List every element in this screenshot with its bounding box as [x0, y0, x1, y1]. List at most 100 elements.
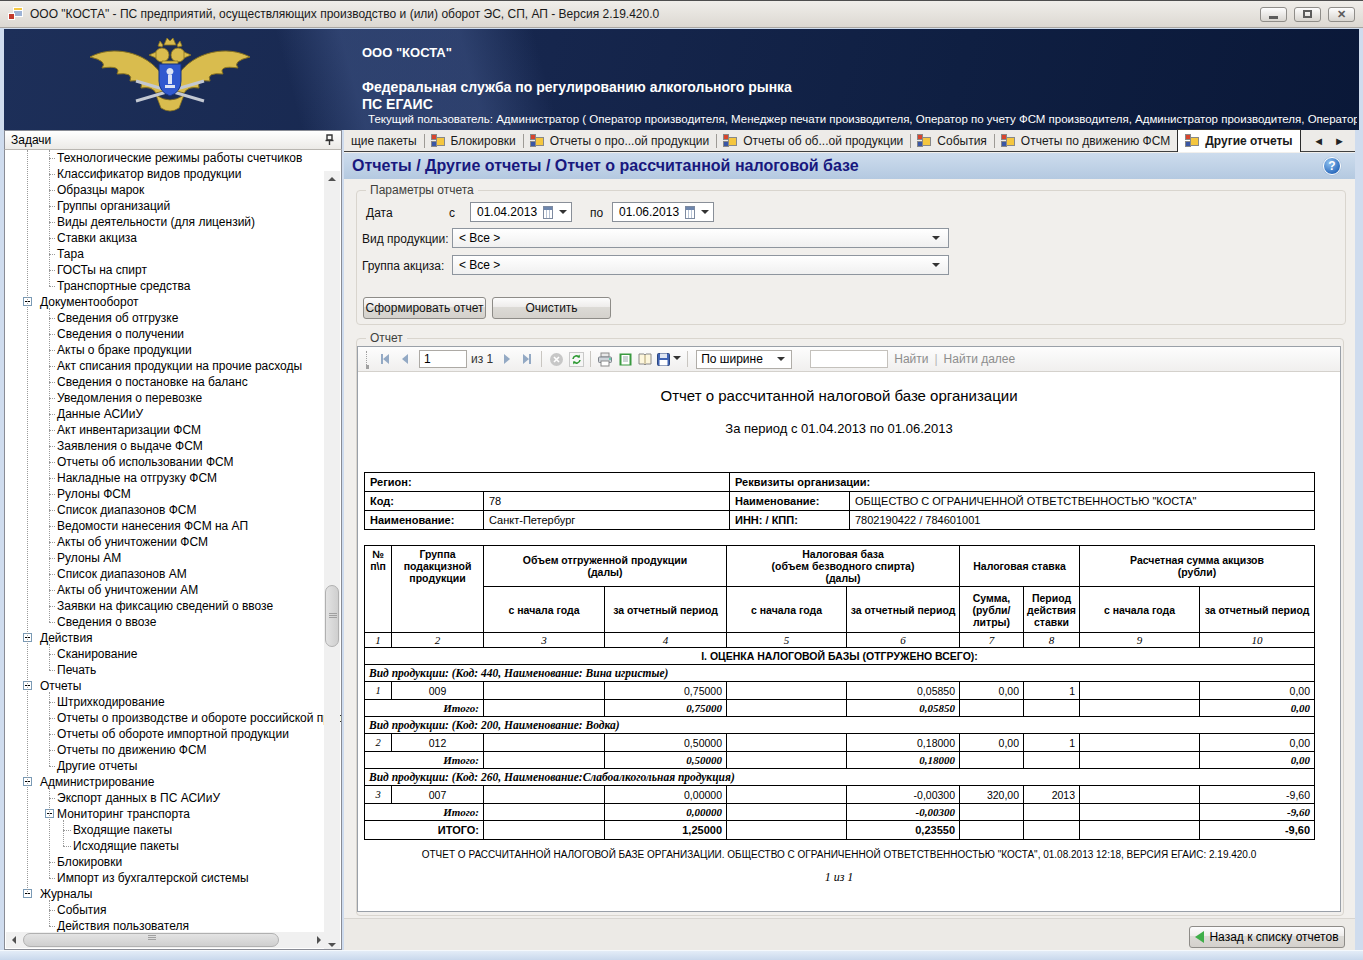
tree-item[interactable]: Список диапазонов ФСМ: [57, 502, 196, 518]
tree-item[interactable]: Акты об уничтожении АМ: [57, 582, 198, 598]
total-cell: 1,25000: [605, 821, 727, 840]
tree-item[interactable]: Заявления о выдаче ФСМ: [57, 438, 203, 454]
product-type-combobox[interactable]: < Все >: [452, 228, 949, 248]
tree-item[interactable]: Акт списания продукции на прочие расходы: [57, 358, 302, 374]
scroll-left-arrow[interactable]: [6, 932, 22, 948]
tab-scroll-left-icon[interactable]: ◄: [1313, 135, 1324, 147]
tree-item[interactable]: Отчеты по движению ФСМ: [57, 742, 206, 758]
tree-item[interactable]: Входящие пакеты: [73, 822, 172, 838]
tree-item[interactable]: Отчеты о производстве и обороте российск…: [57, 710, 342, 726]
last-page-icon[interactable]: [517, 349, 537, 369]
minimize-button[interactable]: [1260, 7, 1287, 22]
tree-item[interactable]: Сведения о постановке на баланс: [57, 374, 248, 390]
tree-item[interactable]: Классификатор видов продукции: [57, 166, 242, 182]
tree-item[interactable]: ГОСТы на спирт: [57, 262, 147, 278]
date-to-field[interactable]: 01.06.2013: [612, 202, 714, 222]
tree-vertical-scrollbar[interactable]: [324, 171, 340, 950]
date-from-field[interactable]: 01.04.2013: [470, 202, 572, 222]
tree-item[interactable]: Мониторинг транспорта: [57, 806, 190, 822]
tree-item[interactable]: Акты о браке продукции: [57, 342, 192, 358]
tree-item[interactable]: Сканирование: [57, 646, 137, 662]
tree-item[interactable]: События: [57, 902, 107, 918]
tree-item[interactable]: Документооборот: [40, 294, 139, 310]
tree-item[interactable]: Отчеты: [40, 678, 81, 694]
tab-scroll-right-icon[interactable]: ►: [1334, 135, 1345, 147]
tree-item[interactable]: Отчеты об использовании ФСМ: [57, 454, 234, 470]
save-export-icon[interactable]: [655, 349, 683, 369]
tree-item[interactable]: Отчеты об обороте импортной продукции: [57, 726, 289, 742]
tree-item[interactable]: Накладные на отгрузку ФСМ: [57, 470, 217, 486]
tree-item[interactable]: Виды деятельности (для лицензий): [57, 214, 255, 230]
tree-item[interactable]: Образцы марок: [57, 182, 144, 198]
close-button[interactable]: ✕: [1328, 7, 1355, 22]
tree-item[interactable]: Ведомости нанесения ФСМ на АП: [57, 518, 248, 534]
tree-item[interactable]: Действия: [40, 630, 93, 646]
tree-item[interactable]: Уведомления о перевозке: [57, 390, 202, 406]
tree-item[interactable]: Список диапазонов АМ: [57, 566, 187, 582]
data-cell: [727, 682, 847, 700]
tree-item[interactable]: Рулоны ФСМ: [57, 486, 131, 502]
first-page-icon[interactable]: [375, 349, 395, 369]
tab-6[interactable]: Отчеты по движению ФСМ: [994, 131, 1177, 151]
tree-item[interactable]: Группы организаций: [57, 198, 170, 214]
tree-item[interactable]: Данные АСИиУ: [57, 406, 143, 422]
tree-item[interactable]: Импорт из бухгалтерской системы: [57, 870, 249, 886]
generate-report-button[interactable]: Сформировать отчет: [363, 297, 486, 319]
stop-icon[interactable]: [546, 349, 566, 369]
refresh-icon[interactable]: [566, 349, 586, 369]
tree-item[interactable]: Акт инвентаризации ФСМ: [57, 422, 201, 438]
tree-item[interactable]: Исходящие пакеты: [73, 838, 179, 854]
tree-item[interactable]: Печать: [57, 662, 96, 678]
help-icon[interactable]: ?: [1323, 157, 1341, 175]
tree-item[interactable]: Сведения о получении: [57, 326, 184, 342]
back-to-reports-button[interactable]: Назад к списку отчетов: [1189, 926, 1345, 948]
excise-group-combobox[interactable]: < Все >: [452, 255, 949, 275]
tree-item[interactable]: Акты об уничтожении ФСМ: [57, 534, 208, 550]
tab-1[interactable]: щие пакеты: [344, 131, 424, 151]
previous-page-icon[interactable]: [395, 349, 415, 369]
tree-item[interactable]: Ставки акциза: [57, 230, 137, 246]
zoom-combobox[interactable]: По ширине: [696, 350, 792, 369]
clear-button[interactable]: Очистить: [492, 297, 611, 319]
tree-item[interactable]: Журналы: [40, 886, 92, 902]
tree-item[interactable]: Транспортные средства: [57, 278, 190, 294]
find-input[interactable]: [810, 350, 888, 368]
tree-vscroll-thumb[interactable]: [325, 585, 339, 647]
maximize-button[interactable]: [1294, 7, 1321, 22]
tree-item[interactable]: Заявки на фиксацию сведений о ввозе: [57, 598, 273, 614]
page-setup-icon[interactable]: [635, 349, 655, 369]
tree-item[interactable]: Блокировки: [57, 854, 122, 870]
next-page-icon[interactable]: [497, 349, 517, 369]
tree-connector: [49, 878, 55, 879]
tab-4[interactable]: Отчеты об об...ой продукции: [716, 131, 910, 151]
tree-item[interactable]: Технологические режимы работы счетчиков: [57, 150, 302, 166]
print-icon[interactable]: [595, 349, 615, 369]
calendar-icon[interactable]: [543, 206, 553, 219]
tree-horizontal-scrollbar[interactable]: [6, 932, 327, 948]
tab-2[interactable]: Блокировки: [424, 131, 523, 151]
tree-item[interactable]: Сведения об отгрузке: [57, 310, 178, 326]
find-button[interactable]: Найти: [894, 352, 928, 366]
tree-item[interactable]: Штрихкодирование: [57, 694, 165, 710]
chevron-down-icon[interactable]: [701, 210, 709, 218]
pin-icon[interactable]: [324, 134, 335, 146]
chevron-down-icon[interactable]: [559, 210, 567, 218]
scroll-up-arrow[interactable]: [324, 171, 340, 187]
tree-item[interactable]: Экспорт данных в ПС АСИиУ: [57, 790, 220, 806]
report-toolbar: из 1 По ширине: [358, 347, 1340, 372]
tree-item[interactable]: Администрирование: [40, 774, 154, 790]
page-number-input[interactable]: [419, 350, 467, 368]
tab-3[interactable]: Отчеты о про...ой продукции: [523, 131, 717, 151]
print-layout-icon[interactable]: [615, 349, 635, 369]
tree-hscroll-thumb[interactable]: [23, 933, 279, 947]
subtotal-cell: [1080, 700, 1200, 717]
scroll-right-arrow[interactable]: [311, 932, 327, 948]
find-next-button[interactable]: Найти далее: [944, 352, 1016, 366]
tree-item[interactable]: Тара: [57, 246, 84, 262]
tab-7[interactable]: Другие отчеты: [1177, 129, 1300, 152]
tree-item[interactable]: Другие отчеты: [57, 758, 137, 774]
calendar-icon[interactable]: [685, 206, 695, 219]
tree-item[interactable]: Рулоны АМ: [57, 550, 121, 566]
tab-5[interactable]: События: [910, 131, 994, 151]
tree-item[interactable]: Сведения о ввозе: [57, 614, 156, 630]
